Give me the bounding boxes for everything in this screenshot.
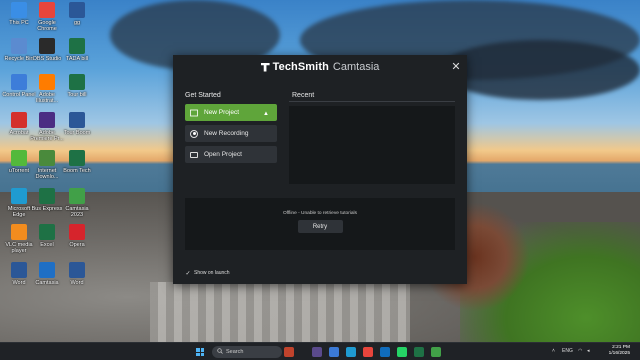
wifi-icon[interactable]: ◠: [578, 348, 582, 354]
mouse-cursor-icon: ▲: [263, 111, 269, 117]
idm-icon: [39, 150, 55, 166]
excel-icon: [39, 224, 55, 240]
desktop-shortcut[interactable]: gg: [60, 2, 94, 26]
illustrator-icon: [39, 74, 55, 90]
taskbar: Search ˄ ENG ◠ ◂ 2:21 PM 1/16/2025: [0, 342, 640, 360]
desktop-shortcut-label: Tour Boom: [63, 130, 91, 136]
camtasia-icon: [39, 262, 55, 278]
desktop-shortcut-label: TADA bill: [65, 56, 89, 62]
new-project-label: New Project: [204, 109, 240, 116]
retry-button[interactable]: Retry: [297, 220, 343, 233]
chevron-up-icon[interactable]: ˄: [552, 348, 555, 354]
clock-date: 1/16/2025: [608, 351, 630, 356]
store-icon[interactable]: [380, 347, 390, 357]
teams-icon[interactable]: [312, 347, 322, 357]
camtasia-icon: [69, 188, 85, 204]
techsmith-logo-icon: [260, 62, 270, 72]
camtasia-welcome-dialog: TechSmith Camtasia ✕ Get Started Recent …: [173, 55, 467, 284]
desktop-shortcut[interactable]: Tour bill: [60, 74, 94, 98]
desktop-shortcut-label: Word: [70, 280, 84, 286]
recent-divider: [289, 101, 455, 102]
tutorials-panel: Offline - Unable to retrieve tutorials R…: [185, 198, 455, 250]
taskbar-clock[interactable]: 2:21 PM 1/16/2025: [609, 345, 630, 357]
desktop-shortcut[interactable]: Opera: [60, 224, 94, 248]
show-on-launch-checkbox[interactable]: ✓ Show on launch: [185, 270, 230, 277]
desktop-shortcut-label: Tour bill: [67, 92, 87, 98]
close-button[interactable]: ✕: [449, 59, 463, 73]
open-project-label: Open Project: [204, 151, 242, 158]
new-recording-label: New Recording: [204, 130, 249, 137]
acrobat-icon: [11, 112, 27, 128]
camtasia-icon[interactable]: [431, 347, 441, 357]
folder-icon: [190, 151, 198, 159]
search-label: Search: [226, 349, 244, 355]
product-name: Camtasia: [332, 61, 380, 73]
desktop-shortcut[interactable]: Google Chrome: [30, 2, 64, 32]
record-icon: [190, 129, 198, 138]
tutorials-offline-message: Offline - Unable to retrieve tutorials: [282, 211, 358, 216]
word-icon: [69, 262, 85, 278]
control-panel-icon: [11, 74, 27, 90]
brand-name: TechSmith: [272, 61, 329, 73]
open-project-button[interactable]: Open Project: [185, 146, 277, 163]
taskbar-search[interactable]: Search: [212, 346, 282, 358]
utorrent-icon: [11, 150, 27, 166]
chrome-icon[interactable]: [363, 347, 373, 357]
show-on-launch-label: Show on launch: [194, 270, 230, 276]
desktop-shortcut-label: gg: [73, 20, 81, 26]
desktop-shortcut[interactable]: Internet Downlo...: [30, 150, 64, 180]
edge-icon: [11, 188, 27, 204]
excel-icon[interactable]: [414, 347, 424, 357]
word-icon: [69, 2, 85, 18]
recent-heading: Recent: [292, 92, 315, 99]
volume-icon[interactable]: ◂: [587, 348, 590, 354]
edge-icon[interactable]: [346, 347, 356, 357]
language-indicator[interactable]: ENG: [562, 348, 573, 354]
whatsapp-icon[interactable]: [397, 347, 407, 357]
excel-icon: [69, 38, 85, 54]
excel-icon: [39, 188, 55, 204]
desktop-shortcut[interactable]: Camtasia 2023: [60, 188, 94, 218]
excel-icon: [69, 74, 85, 90]
desktop-shortcut-label: Opera: [69, 242, 85, 248]
recent-projects-panel[interactable]: [289, 106, 455, 184]
wallpaper-road: [150, 282, 410, 342]
excel-icon: [69, 150, 85, 166]
desktop-shortcut-label: Boom Tech: [63, 168, 91, 174]
file-explorer-icon[interactable]: [329, 347, 339, 357]
vlc-icon: [11, 224, 27, 240]
new-recording-button[interactable]: New Recording: [185, 125, 277, 142]
computer-icon: [11, 2, 27, 18]
desktop-shortcut[interactable]: Adobe Premiere Pr...: [30, 112, 64, 142]
word-icon: [69, 112, 85, 128]
desktop-shortcut[interactable]: Boom Tech: [60, 150, 94, 174]
dialog-titlebar[interactable]: TechSmith Camtasia ✕: [173, 55, 467, 79]
obs-icon: [39, 38, 55, 54]
checkmark-icon: ✓: [185, 270, 191, 277]
premiere-icon: [39, 112, 55, 128]
desktop-shortcut[interactable]: TADA bill: [60, 38, 94, 62]
start-button[interactable]: [196, 348, 204, 356]
desktop-shortcut[interactable]: Tour Boom: [60, 112, 94, 136]
search-icon: [217, 348, 223, 356]
desktop-shortcut[interactable]: Adobe Illustrat...: [30, 74, 64, 104]
recycle-bin-icon: [11, 38, 27, 54]
techsmith-camtasia-logo: TechSmith Camtasia: [260, 61, 380, 73]
opera-icon: [69, 224, 85, 240]
taskbar-app-icon[interactable]: [284, 347, 294, 357]
new-project-icon: [190, 109, 198, 117]
desktop-shortcut[interactable]: Word: [60, 262, 94, 286]
word-icon: [11, 262, 27, 278]
desktop-shortcut-label: Camtasia 2023: [65, 206, 89, 218]
chrome-icon: [39, 2, 55, 18]
get-started-heading: Get Started: [185, 92, 221, 99]
wallpaper-cloud: [440, 40, 640, 100]
